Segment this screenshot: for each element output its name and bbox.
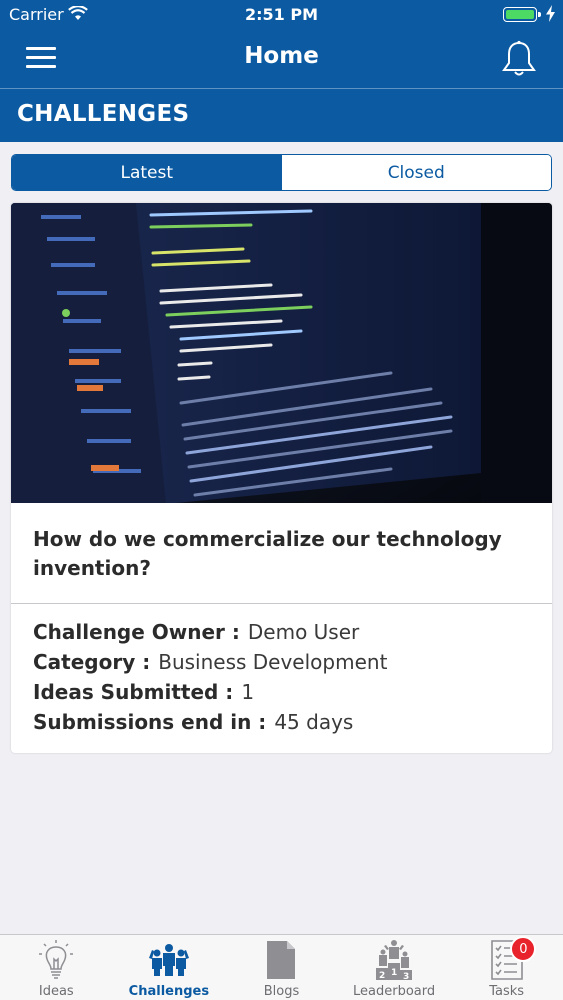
detail-row-category: Category : Business Development xyxy=(33,647,533,677)
detail-label: Category : xyxy=(33,650,151,674)
tab-label: Ideas xyxy=(38,984,74,999)
svg-text:1: 1 xyxy=(391,968,397,978)
detail-value: 1 xyxy=(241,680,255,704)
svg-text:2: 2 xyxy=(379,971,385,981)
detail-value: Business Development xyxy=(158,650,388,674)
tab-blogs[interactable]: Blogs xyxy=(225,935,338,1000)
tab-ideas[interactable]: Ideas xyxy=(0,935,113,1000)
status-bar: Carrier 2:51 PM xyxy=(0,0,563,30)
bottom-tab-bar: Ideas Challenges Blogs 1 2 3 Leaderboard… xyxy=(0,934,563,1000)
people-group-icon xyxy=(148,944,189,976)
challenge-filter-segmented-control: Latest Closed xyxy=(11,154,552,191)
svg-text:3: 3 xyxy=(403,972,409,981)
detail-row-submission-deadline: Submissions end in : 45 days xyxy=(33,707,533,737)
challenge-image xyxy=(11,203,552,503)
status-time: 2:51 PM xyxy=(244,5,318,24)
detail-value: 45 days xyxy=(274,710,354,734)
tab-label: Tasks xyxy=(489,984,525,999)
section-title: CHALLENGES xyxy=(17,101,190,127)
detail-row-owner: Challenge Owner : Demo User xyxy=(33,617,533,647)
segment-closed[interactable]: Closed xyxy=(281,155,551,190)
tab-label: Leaderboard xyxy=(353,984,436,999)
document-icon xyxy=(267,941,296,979)
tab-challenges[interactable]: Challenges xyxy=(113,935,226,1000)
notifications-button[interactable] xyxy=(501,40,537,78)
detail-label: Ideas Submitted : xyxy=(33,680,234,704)
card-divider xyxy=(11,603,552,604)
section-header: CHALLENGES xyxy=(0,88,563,142)
challenge-title: How do we commercialize our technology i… xyxy=(33,527,502,580)
detail-label: Challenge Owner : xyxy=(33,620,240,644)
podium-icon: 1 2 3 xyxy=(376,940,413,981)
detail-row-ideas-submitted: Ideas Submitted : 1 xyxy=(33,677,533,707)
battery-icon xyxy=(503,7,541,22)
page-title: Home xyxy=(244,43,319,69)
challenge-card[interactable]: How do we commercialize our technology i… xyxy=(11,203,552,753)
charging-bolt-icon xyxy=(546,5,555,22)
tab-label: Challenges xyxy=(128,984,210,999)
tasks-count-badge: 0 xyxy=(510,936,537,962)
tab-leaderboard[interactable]: 1 2 3 Leaderboard xyxy=(338,935,451,1000)
tab-tasks[interactable]: 0 Tasks xyxy=(450,935,563,1000)
challenge-details: Challenge Owner : Demo User Category : Bus… xyxy=(33,617,533,737)
detail-value: Demo User xyxy=(247,620,360,644)
navigation-bar: Home xyxy=(0,30,563,88)
lightbulb-icon xyxy=(39,940,74,979)
detail-label: Submissions end in : xyxy=(33,710,267,734)
segment-latest[interactable]: Latest xyxy=(12,155,282,190)
tab-label: Blogs xyxy=(263,984,300,999)
bell-icon xyxy=(502,40,536,76)
top-bar: Carrier 2:51 PM Home xyxy=(0,0,563,88)
